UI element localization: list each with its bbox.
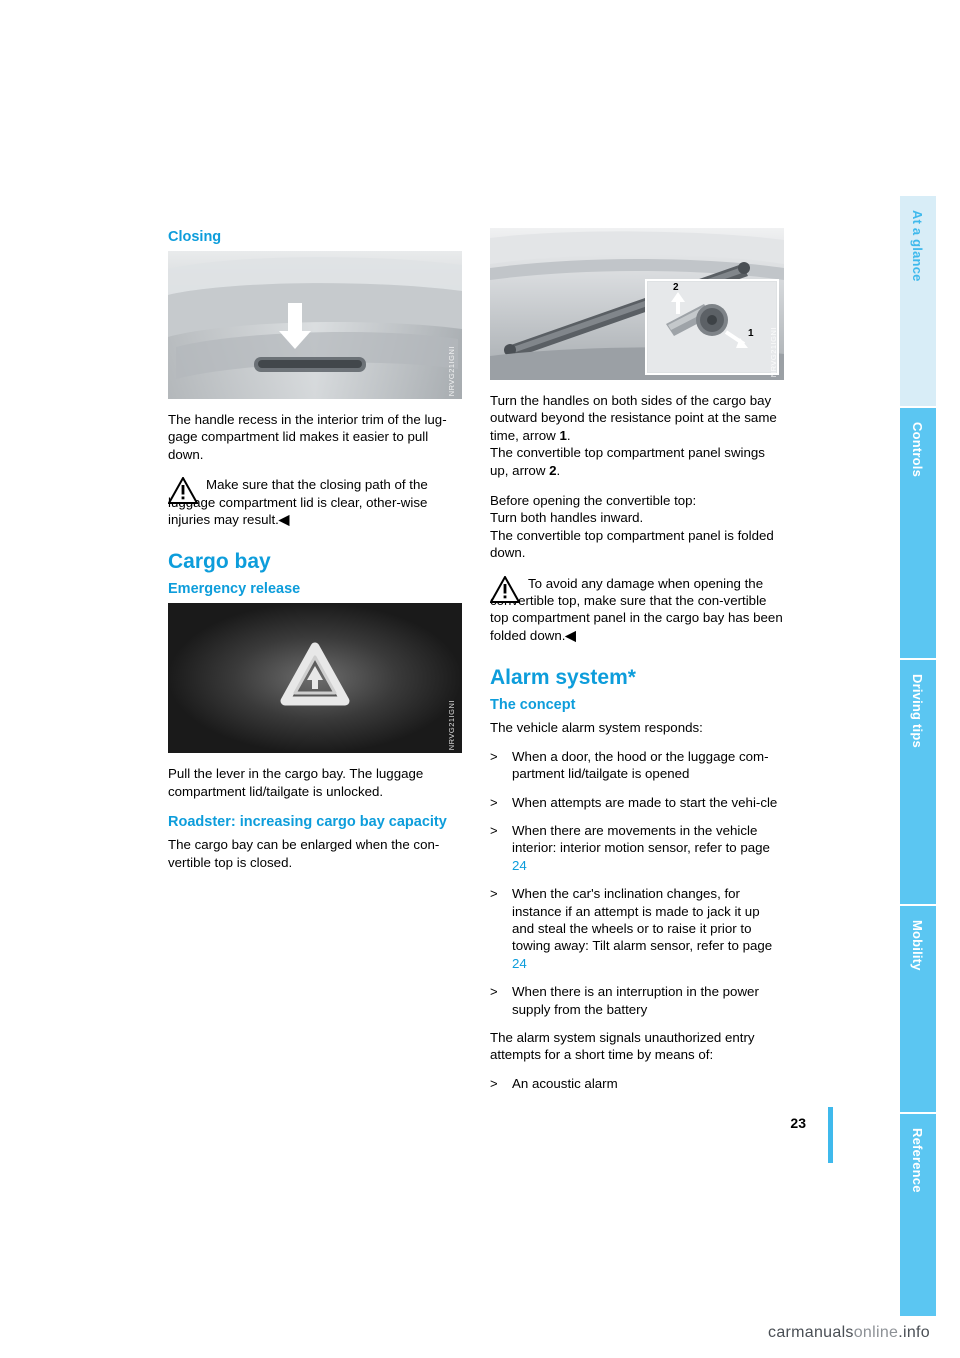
- watermark-part-2: online: [853, 1324, 899, 1341]
- sidebar-item-mobility[interactable]: Mobility: [900, 906, 936, 1112]
- alarm-signal-list: > An acoustic alarm: [490, 1075, 784, 1092]
- watermark-part-3: .info: [898, 1324, 930, 1341]
- figure-inset-detail: 2 1: [645, 279, 779, 375]
- list-item: > An acoustic alarm: [490, 1075, 618, 1091]
- arrow-bullet-icon: >: [490, 886, 498, 902]
- sidebar-item-label: At a glance: [910, 210, 925, 282]
- heading-emergency-release: Emergency release: [168, 581, 301, 598]
- figure-emergency-release-handle: NRVG21IGNI: [168, 603, 462, 754]
- side-tab-rail: At a glance Controls Driving tips Mobili…: [900, 196, 936, 1316]
- watermark: carmanualsonline.info: [768, 1324, 930, 1342]
- left-column: Closing NRVG21IGNI The handle recess in …: [168, 228, 462, 884]
- arrow-bullet-icon: >: [490, 748, 498, 764]
- figure-code: NRVG21IGNI: [768, 326, 778, 377]
- watermark-part-1: carmanuals: [768, 1324, 854, 1341]
- paragraph-alarm-responds: The vehicle alarm system responds:: [490, 720, 703, 736]
- manual-page: At a glance Controls Driving tips Mobili…: [0, 0, 960, 1358]
- arrow-bullet-icon: >: [490, 984, 498, 1000]
- callout-label-1: 1: [748, 328, 754, 339]
- arrow-bullet-icon: >: [490, 1075, 498, 1091]
- sidebar-item-reference[interactable]: Reference: [900, 1114, 936, 1316]
- list-item: > When a door, the hood or the luggage c…: [490, 748, 769, 782]
- sidebar-item-driving-tips[interactable]: Driving tips: [900, 660, 936, 904]
- arrow-bullet-icon: >: [490, 794, 498, 810]
- warning-closing-path: Make sure that the closing path of the l…: [168, 476, 462, 528]
- cargo-bay-illustration: 2 1: [490, 228, 784, 380]
- heading-the-concept: The concept: [490, 697, 576, 714]
- page-number: 23: [790, 1115, 806, 1131]
- arrow-bullet-icon: >: [490, 822, 498, 838]
- paragraph-cargo-enlarged: The cargo bay can be enlarged when the c…: [168, 837, 440, 870]
- emergency-release-illustration: [168, 603, 462, 754]
- paragraph-turn-handles: Turn the handles on both sides of the ca…: [490, 393, 777, 478]
- list-item: > When there is an interruption in the p…: [490, 984, 759, 1017]
- heading-cargo-bay: Cargo bay: [168, 550, 271, 574]
- paragraph-pull-lever: Pull the lever in the cargo bay. The lug…: [168, 766, 424, 799]
- figure-code: NRVG21IGNI: [446, 700, 456, 751]
- heading-closing: Closing: [168, 229, 222, 245]
- page-cross-reference[interactable]: 24: [512, 858, 527, 873]
- warning-triangle-icon: [490, 575, 520, 603]
- paragraph-handle-recess: The handle recess in the interior trim o…: [168, 412, 447, 462]
- sidebar-item-at-a-glance[interactable]: At a glance: [900, 196, 936, 406]
- end-marker: ◀: [565, 627, 576, 643]
- paragraph-alarm-signals: The alarm system signals unauthorized en…: [490, 1029, 755, 1063]
- figure-trunk-lid-interior: NRVG21IGNI: [168, 251, 462, 399]
- sidebar-item-label: Controls: [910, 422, 925, 478]
- figure-code: NRVG21IGNI: [446, 345, 456, 396]
- warning-text: To avoid any damage when opening the con…: [490, 575, 783, 643]
- list-item: > When the car's inclination changes, fo…: [490, 886, 773, 971]
- alarm-trigger-list: > When a door, the hood or the luggage c…: [490, 748, 784, 1018]
- sidebar-item-label: Driving tips: [910, 674, 925, 748]
- page-number-bar: [828, 1107, 833, 1163]
- end-marker: ◀: [278, 512, 290, 528]
- warning-text: Make sure that the closing path of the l…: [168, 477, 428, 528]
- figure-cargo-bay-handles: 2 1 NRVG21IGNI: [490, 228, 784, 380]
- heading-alarm-system: Alarm system*: [490, 666, 636, 690]
- list-item: > When attempts are made to start the ve…: [490, 794, 778, 810]
- trunk-lid-illustration: [168, 251, 462, 399]
- warning-triangle-icon: [168, 477, 198, 505]
- sidebar-item-controls[interactable]: Controls: [900, 408, 936, 658]
- list-item: > When there are movements in the vehicl…: [490, 822, 770, 873]
- callout-label-2: 2: [673, 282, 679, 293]
- right-column: 2 1 NRVG21IGNI Turn the handles on both …: [490, 228, 784, 1103]
- sidebar-item-label: Mobility: [910, 920, 925, 971]
- page-cross-reference[interactable]: 24: [512, 956, 527, 971]
- heading-roadster-capacity: Roadster: increasing cargo bay capacity: [168, 814, 447, 831]
- paragraph-before-opening: Before opening the convertible top: Turn…: [490, 493, 774, 561]
- warning-convertible-top: To avoid any damage when opening the con…: [490, 575, 784, 645]
- sidebar-item-label: Reference: [910, 1128, 925, 1193]
